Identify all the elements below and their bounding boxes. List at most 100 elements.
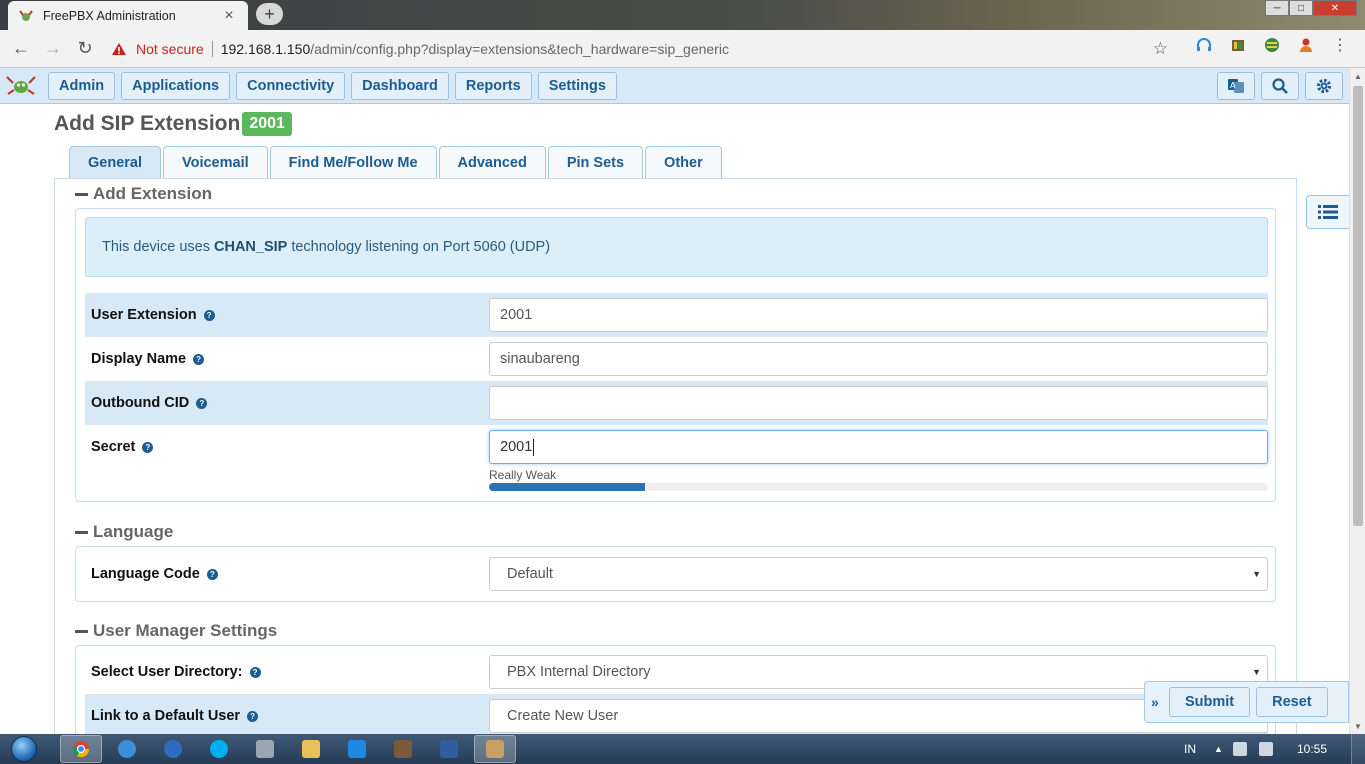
menu-settings[interactable]: Settings	[537, 72, 617, 100]
help-icon[interactable]: ?	[196, 397, 208, 409]
password-strength-bar	[489, 483, 1268, 491]
tray-expand-icon[interactable]: ▲	[1214, 744, 1223, 754]
display-name-label-text: Display Name	[91, 351, 187, 367]
tv-extension-icon[interactable]	[1229, 36, 1247, 54]
tab-advanced[interactable]: Advanced	[438, 146, 546, 179]
clock[interactable]: 10:55	[1297, 742, 1327, 756]
gear-icon[interactable]	[1305, 72, 1343, 100]
secret-input[interactable]: 2001	[489, 430, 1268, 464]
bookmark-star-icon[interactable]: ☆	[1153, 39, 1168, 59]
tab-general[interactable]: General	[69, 146, 161, 179]
freepbx-app: Admin Applications Connectivity Dashboar…	[0, 68, 1349, 734]
scrollbar-thumb[interactable]	[1353, 86, 1363, 526]
display-name-row: Display Name? sinaubareng	[85, 337, 1268, 381]
help-icon[interactable]: ?	[206, 568, 218, 580]
taskbar-vm-window[interactable]	[474, 735, 516, 763]
back-arrow-icon[interactable]: ←	[5, 33, 37, 65]
tools-icon	[256, 740, 274, 758]
close-tab-icon[interactable]: ×	[220, 7, 238, 25]
forward-arrow-icon[interactable]: →	[37, 33, 69, 65]
list-icon	[1318, 205, 1338, 219]
input-language[interactable]: IN	[1184, 742, 1196, 756]
section-add-extension-title: Add Extension	[93, 184, 213, 203]
user-extension-input[interactable]: 2001	[489, 298, 1268, 332]
default-user-label: Link to a Default User?	[85, 708, 483, 724]
maximize-window-icon[interactable]: □	[1289, 0, 1313, 16]
language-code-label-text: Language Code	[91, 566, 200, 582]
menu-connectivity[interactable]: Connectivity	[236, 72, 346, 100]
tray-device-icon[interactable]	[1232, 742, 1247, 756]
section-add-extension-toggle[interactable]: Add Extension	[75, 184, 212, 204]
not-secure-label[interactable]: Not secure	[136, 41, 204, 57]
section-user-manager-title: User Manager Settings	[93, 621, 278, 640]
help-icon[interactable]: ?	[142, 441, 154, 453]
list-view-toggle[interactable]	[1306, 195, 1349, 229]
taskbar-skype[interactable]	[198, 735, 240, 763]
menu-dashboard[interactable]: Dashboard	[351, 72, 449, 100]
help-icon[interactable]: ?	[193, 353, 205, 365]
tech-info-driver: CHAN_SIP	[214, 239, 288, 255]
action-bar-collapse-icon[interactable]: »	[1151, 694, 1163, 710]
taskbar-tools[interactable]	[244, 735, 286, 763]
start-button[interactable]	[0, 734, 48, 764]
taskbar-media[interactable]	[382, 735, 424, 763]
close-window-icon[interactable]: ✕	[1313, 0, 1357, 16]
help-icon[interactable]: ?	[203, 309, 215, 321]
help-icon[interactable]: ?	[249, 666, 261, 678]
section-language-toggle[interactable]: Language	[75, 522, 173, 542]
profile-avatar-icon[interactable]	[1297, 36, 1315, 54]
language-code-row: Language Code? Default ▼	[85, 552, 1268, 596]
language-translate-icon[interactable]: A	[1217, 72, 1255, 100]
reload-icon[interactable]: ↻	[69, 33, 101, 65]
submit-button[interactable]: Submit	[1169, 687, 1251, 717]
collapse-minus-icon	[75, 530, 88, 534]
taskbar-network[interactable]	[106, 735, 148, 763]
taskbar-thunderbird[interactable]	[152, 735, 194, 763]
search-icon[interactable]	[1261, 72, 1299, 100]
browser-tab-title: FreePBX Administration	[43, 8, 176, 23]
menu-reports[interactable]: Reports	[454, 72, 532, 100]
user-directory-label-text: Select User Directory:	[91, 664, 243, 680]
menu-admin[interactable]: Admin	[48, 72, 116, 100]
password-strength-label: Really Weak	[489, 468, 557, 482]
tab-voicemail[interactable]: Voicemail	[163, 146, 268, 179]
tab-other[interactable]: Other	[645, 146, 722, 179]
add-extension-fieldset: This device uses CHAN_SIP technology lis…	[75, 208, 1276, 502]
menu-applications[interactable]: Applications	[121, 72, 231, 100]
help-icon[interactable]: ?	[247, 710, 259, 722]
address-bar[interactable]: Not secure 192.168.1.150/admin/config.ph…	[110, 34, 1178, 64]
url-text[interactable]: 192.168.1.150/admin/config.php?display=e…	[221, 41, 729, 57]
freepbx-logo-icon[interactable]	[3, 73, 39, 99]
scroll-up-icon[interactable]: ▲	[1350, 68, 1365, 84]
tray-network-icon[interactable]	[1258, 742, 1273, 756]
chrome-icon	[72, 741, 90, 758]
minimize-window-icon[interactable]: ─	[1265, 0, 1289, 16]
language-code-select[interactable]: Default ▼	[489, 557, 1268, 591]
headphones-extension-icon[interactable]	[1195, 36, 1213, 54]
browser-menu-icon[interactable]: ⋮	[1331, 36, 1349, 54]
taskbar-explorer[interactable]	[290, 735, 332, 763]
taskbar-virtualbox[interactable]	[428, 735, 470, 763]
folder-icon	[302, 740, 320, 758]
taskbar-chrome[interactable]	[60, 735, 102, 763]
windows-orb-icon	[11, 736, 37, 762]
globe-extension-icon[interactable]	[1263, 36, 1281, 54]
secret-label-text: Secret	[91, 439, 136, 455]
outbound-cid-input[interactable]	[489, 386, 1268, 420]
warning-triangle-icon[interactable]	[110, 41, 128, 57]
reset-button[interactable]: Reset	[1256, 687, 1328, 717]
taskbar-uget[interactable]	[336, 735, 378, 763]
browser-tab[interactable]: FreePBX Administration ×	[8, 1, 248, 30]
display-name-label: Display Name?	[85, 351, 483, 367]
outbound-cid-row: Outbound CID?	[85, 381, 1268, 425]
show-desktop-button[interactable]	[1351, 734, 1365, 764]
page-scrollbar[interactable]: ▲ ▼	[1349, 68, 1365, 734]
display-name-input[interactable]: sinaubareng	[489, 342, 1268, 376]
tab-pin-sets[interactable]: Pin Sets	[547, 146, 644, 179]
system-tray: IN ▲ 10:55	[1184, 734, 1365, 764]
section-user-manager-toggle[interactable]: User Manager Settings	[75, 621, 277, 641]
url-host: 192.168.1.150	[220, 41, 311, 57]
scroll-down-icon[interactable]: ▼	[1350, 718, 1365, 734]
tab-find-me-follow-me[interactable]: Find Me/Follow Me	[269, 146, 437, 179]
new-tab-button[interactable]: +	[256, 3, 283, 25]
